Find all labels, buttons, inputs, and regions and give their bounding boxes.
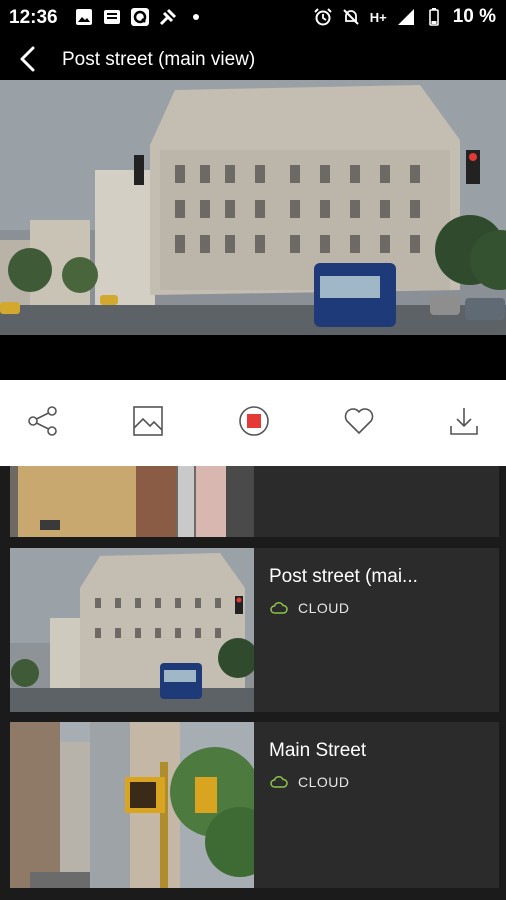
cloud-storage-badge: CLOUD (270, 774, 350, 790)
camera-card-partial[interactable] (10, 466, 499, 537)
mute-icon (342, 9, 359, 25)
battery-icon (428, 8, 439, 26)
action-bar (0, 380, 506, 466)
camera-thumbnail (10, 466, 254, 537)
camera-thumbnail (10, 548, 254, 712)
status-bar: 12:36 H+ 10 % (0, 0, 506, 36)
storage-label: CLOUD (298, 600, 350, 616)
video-player[interactable] (0, 80, 506, 380)
q-app-notification-icon (131, 8, 149, 26)
camera-card[interactable]: Post street (mai... CLOUD (10, 548, 499, 712)
camera-title: Post street (mai... (269, 566, 418, 587)
stop-record-icon[interactable] (237, 404, 271, 438)
cloud-icon (270, 601, 288, 614)
camera-card[interactable]: Main Street CLOUD (10, 722, 499, 888)
share-icon[interactable] (26, 404, 60, 438)
camera-thumbnail (10, 722, 254, 888)
image-icon[interactable] (131, 404, 165, 438)
battery-percent: 10 % (452, 6, 496, 27)
camera-live-frame (0, 80, 506, 335)
more-dot-icon (193, 14, 199, 20)
camera-title: Main Street (269, 740, 367, 761)
heart-icon[interactable] (342, 404, 376, 438)
status-time: 12:36 (9, 7, 58, 28)
gallery-notification-icon (76, 9, 92, 25)
download-icon[interactable] (447, 404, 481, 438)
back-arrow-icon[interactable] (14, 44, 44, 74)
system-icons: H+ 10 % (313, 6, 496, 28)
signal-icon (397, 9, 414, 25)
storage-label: CLOUD (298, 774, 350, 790)
network-type-label: H+ (369, 9, 387, 25)
alarm-icon (313, 8, 332, 26)
cloud-storage-badge: CLOUD (270, 600, 350, 616)
page-title: Post street (main view) (62, 49, 256, 70)
notification-icons (75, 8, 205, 26)
tools-notification-icon (159, 8, 177, 26)
cloud-icon (270, 775, 288, 788)
news-notification-icon (104, 10, 120, 24)
camera-list: Post street (mai... CLOUD Main Street CL… (0, 466, 506, 900)
app-bar: Post street (main view) (0, 36, 506, 82)
